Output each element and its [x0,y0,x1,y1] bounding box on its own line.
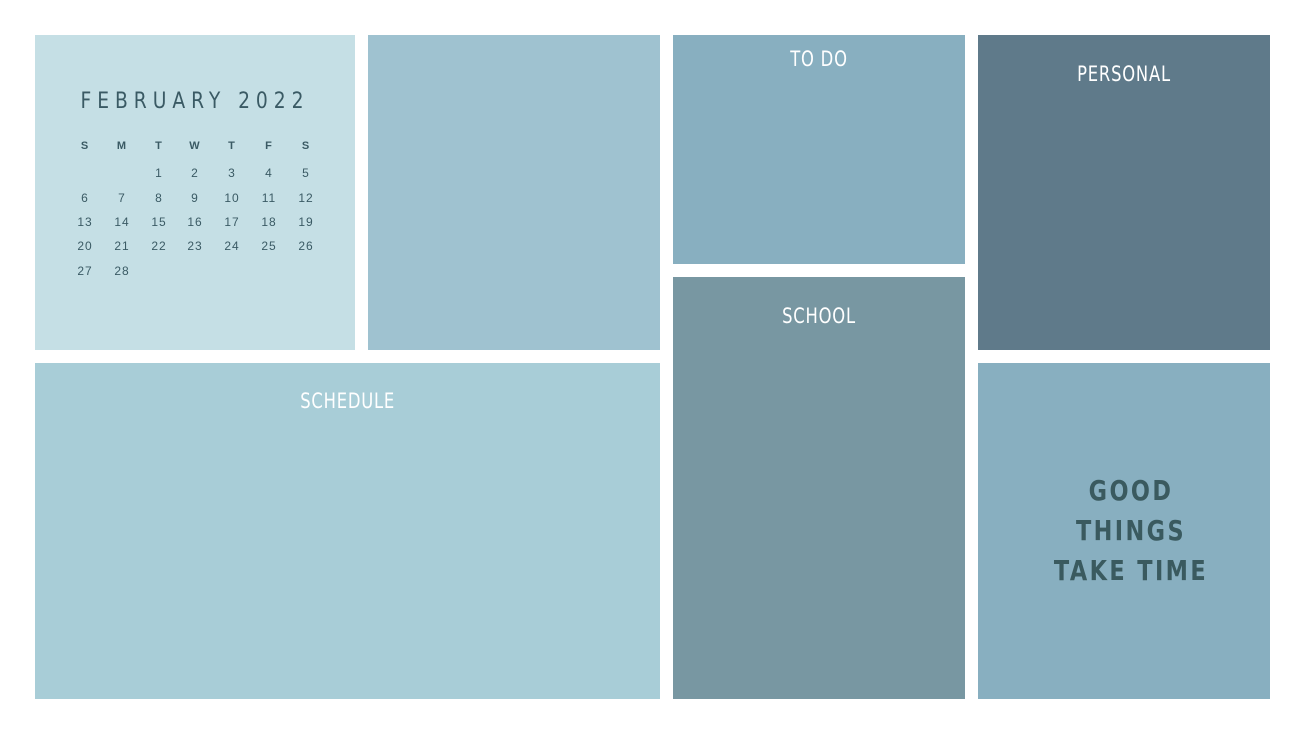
school-panel-title: SCHOOL [782,304,856,328]
calendar-day: 4 [265,166,273,180]
calendar-day: 18 [261,215,277,229]
weekday-label: T [228,140,236,152]
calendar-day: 23 [187,239,203,253]
calendar-day: 7 [118,191,126,205]
calendar-day: 9 [191,191,199,205]
calendar-day: 11 [261,191,277,205]
calendar-day: 19 [298,215,314,229]
calendar-week-row: 27 28 [35,264,355,280]
calendar-day: 6 [81,191,89,205]
todo-panel-title: TO DO [790,47,848,71]
todo-panel: TO DO [673,35,965,264]
personal-panel: PERSONAL [978,35,1270,350]
quote-line: TAKE TIME [1053,554,1209,587]
calendar-title: FEBRUARY 2022 [80,89,310,114]
personal-panel-title: PERSONAL [1077,62,1171,86]
schedule-panel: SCHEDULE [35,363,660,699]
calendar-day: 22 [151,239,167,253]
blank-note-panel [368,35,660,350]
calendar-week-row: 20 21 22 23 24 25 26 [35,239,355,255]
calendar-day: 3 [228,166,236,180]
weekday-label: S [301,140,311,152]
weekday-label: S [80,140,90,152]
calendar-day: 13 [77,215,93,229]
calendar-day: 27 [77,264,93,278]
quote-line: GOOD [1088,474,1174,507]
calendar-day: 25 [261,239,277,253]
calendar-day: 2 [191,166,199,180]
quote-panel: GOOD THINGS TAKE TIME [978,363,1270,699]
schedule-panel-title: SCHEDULE [300,389,396,413]
calendar-day: 10 [224,191,240,205]
calendar-day: 14 [114,215,130,229]
calendar-week-row: 1 2 3 4 5 [35,166,355,182]
calendar-day: 21 [114,239,130,253]
weekday-label: T [155,140,163,152]
calendar-day: 12 [298,191,314,205]
planner-board: FEBRUARY 2022 S M T W T F S 1 2 3 4 5 6 … [0,0,1302,732]
calendar-panel: FEBRUARY 2022 S M T W T F S 1 2 3 4 5 6 … [35,35,355,350]
calendar-day: 24 [224,239,240,253]
motivational-quote: GOOD THINGS TAKE TIME [1009,471,1254,591]
calendar-day: 28 [114,264,130,278]
calendar-day: 16 [187,215,203,229]
calendar-day: 8 [155,191,163,205]
calendar-day: 1 [155,166,163,180]
weekday-label: F [265,140,273,152]
weekday-label: M [116,140,128,152]
calendar-weekday-header: S M T W T F S [35,140,355,156]
calendar-week-row: 6 7 8 9 10 11 12 [35,191,355,207]
calendar-day: 15 [151,215,167,229]
calendar-day: 17 [224,215,240,229]
calendar-day: 20 [77,239,93,253]
school-panel: SCHOOL [673,277,965,699]
calendar-day: 5 [302,166,310,180]
calendar-week-row: 13 14 15 16 17 18 19 [35,215,355,231]
weekday-label: W [189,140,201,152]
quote-line: THINGS [1075,514,1187,547]
calendar-day: 26 [298,239,314,253]
